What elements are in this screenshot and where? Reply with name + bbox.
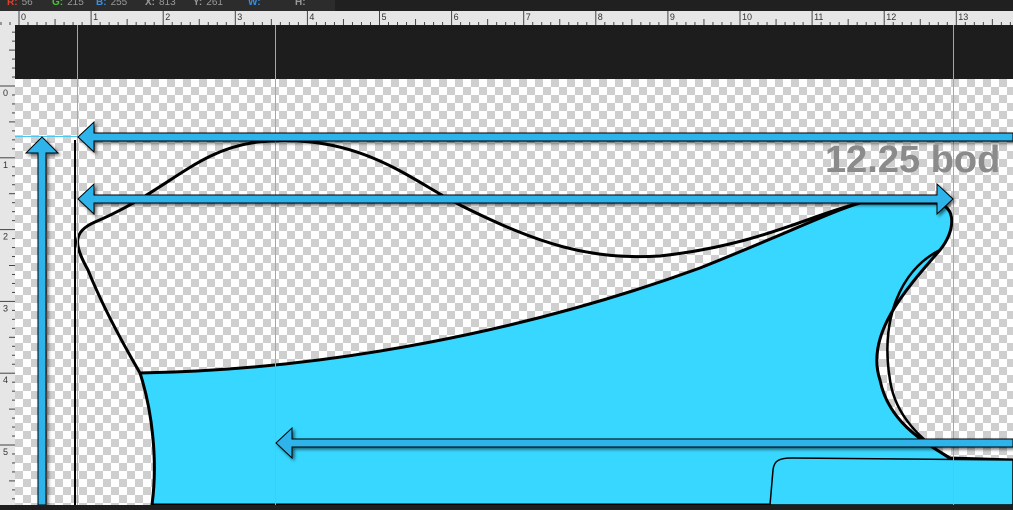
artwork[interactable]	[0, 0, 1013, 505]
dimension-label[interactable]: 12.25 bod	[825, 139, 1000, 182]
width-dimension-arrow[interactable]	[77, 182, 954, 216]
lower-panel-shape[interactable]	[769, 457, 1013, 505]
height-dimension-arrow[interactable]	[24, 136, 60, 505]
